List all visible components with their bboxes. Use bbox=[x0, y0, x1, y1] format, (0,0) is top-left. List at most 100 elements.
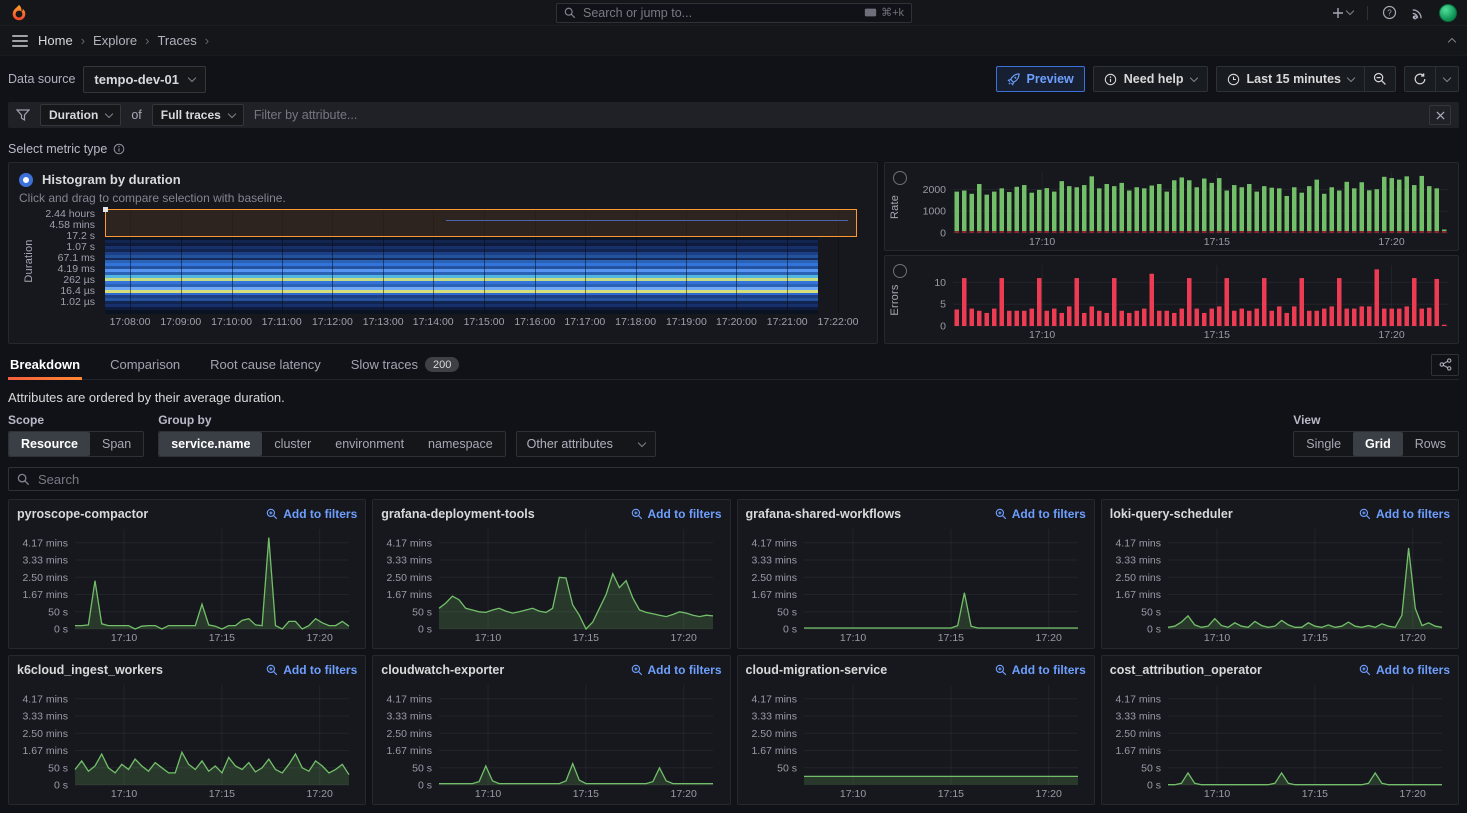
svg-text:17:15: 17:15 bbox=[209, 788, 235, 800]
need-help-button[interactable]: Need help bbox=[1093, 66, 1208, 92]
svg-text:4.17 mins: 4.17 mins bbox=[22, 537, 68, 549]
add-to-filters-button[interactable]: Add to filters bbox=[266, 507, 357, 521]
collapse-section-button[interactable] bbox=[1449, 33, 1455, 48]
histogram-panel[interactable]: Histogram by duration Click and drag to … bbox=[8, 162, 878, 344]
add-to-filters-button[interactable]: Add to filters bbox=[1359, 507, 1450, 521]
errors-panel[interactable]: Errors 17:1017:1517:201050 bbox=[884, 255, 1459, 344]
view-toggle: Single Grid Rows bbox=[1293, 431, 1459, 457]
duration-heatmap[interactable]: 17:08:0017:09:0017:10:0017:11:0017:12:00… bbox=[19, 207, 867, 329]
breadcrumb-traces[interactable]: Traces bbox=[157, 33, 196, 48]
preview-label: Preview bbox=[1027, 72, 1074, 86]
metric-type-label: Select metric type bbox=[8, 142, 107, 156]
view-rows-option[interactable]: Rows bbox=[1403, 432, 1458, 456]
data-source-value: tempo-dev-01 bbox=[94, 72, 179, 87]
scope-control: Scope Resource Span bbox=[8, 413, 144, 457]
duration-trend-chart[interactable]: 17:1017:1517:204.17 mins3.33 mins2.50 mi… bbox=[1110, 679, 1450, 800]
refresh-interval-button[interactable] bbox=[1436, 66, 1459, 92]
svg-text:0 s: 0 s bbox=[54, 780, 68, 792]
shortcut-badge: ⌘+k bbox=[864, 6, 904, 19]
svg-text:2.50 mins: 2.50 mins bbox=[22, 728, 68, 740]
clear-filter-button[interactable] bbox=[1429, 105, 1451, 125]
magnifier-plus-icon bbox=[1359, 664, 1371, 676]
group-by-service-name[interactable]: service.name bbox=[159, 432, 262, 456]
breadcrumb-separator: › bbox=[81, 33, 85, 48]
other-attributes-label: Other attributes bbox=[527, 437, 613, 451]
duration-trend-chart[interactable]: 17:1017:1517:204.17 mins3.33 mins2.50 mi… bbox=[17, 679, 357, 800]
svg-text:1.67 mins: 1.67 mins bbox=[22, 745, 68, 757]
rate-panel[interactable]: Rate 17:1017:1517:20200010000 bbox=[884, 162, 1459, 251]
svg-text:50 s: 50 s bbox=[777, 606, 797, 618]
other-attributes-select[interactable]: Other attributes bbox=[516, 431, 656, 457]
errors-radio[interactable] bbox=[893, 264, 907, 278]
filter-bar: Duration of Full traces Filter by attrib… bbox=[8, 102, 1459, 128]
breadcrumb-home[interactable]: Home bbox=[38, 33, 73, 48]
tab-root-cause-latency[interactable]: Root cause latency bbox=[208, 350, 323, 379]
menu-button[interactable] bbox=[12, 33, 28, 49]
svg-text:17:20: 17:20 bbox=[1378, 329, 1404, 341]
share-button[interactable] bbox=[1431, 354, 1459, 376]
breadcrumb-explore[interactable]: Explore bbox=[93, 33, 137, 48]
add-to-filters-button[interactable]: Add to filters bbox=[631, 663, 722, 677]
svg-text:4.17 mins: 4.17 mins bbox=[387, 693, 433, 705]
scope-resource-option[interactable]: Resource bbox=[9, 432, 90, 456]
grafana-app: Search or jump to... ⌘+k ? Home bbox=[0, 0, 1467, 813]
group-by-cluster[interactable]: cluster bbox=[262, 432, 323, 456]
zoom-out-time-button[interactable] bbox=[1365, 66, 1396, 92]
search-placeholder: Search bbox=[38, 472, 79, 487]
preview-button[interactable]: Preview bbox=[996, 66, 1085, 92]
trace-type-select[interactable]: Full traces bbox=[152, 104, 244, 126]
tab-breakdown[interactable]: Breakdown bbox=[8, 350, 82, 379]
duration-trend-chart[interactable]: 17:1017:1517:204.17 mins3.33 mins2.50 mi… bbox=[746, 679, 1086, 800]
question-circle-icon: ? bbox=[1382, 5, 1397, 20]
global-search-input[interactable]: Search or jump to... ⌘+k bbox=[556, 3, 912, 23]
svg-text:17:10: 17:10 bbox=[839, 788, 865, 800]
add-to-filters-button[interactable]: Add to filters bbox=[1359, 663, 1450, 677]
view-grid-option[interactable]: Grid bbox=[1353, 432, 1403, 456]
scope-span-option[interactable]: Span bbox=[90, 432, 143, 456]
group-by-environment[interactable]: environment bbox=[323, 432, 416, 456]
grafana-logo-icon[interactable] bbox=[10, 4, 28, 22]
add-to-filters-button[interactable]: Add to filters bbox=[631, 507, 722, 521]
svg-text:50 s: 50 s bbox=[1141, 606, 1161, 618]
histogram-radio[interactable] bbox=[19, 173, 33, 187]
svg-text:17:20: 17:20 bbox=[671, 788, 697, 800]
duration-trend-chart[interactable]: 17:1017:1517:204.17 mins3.33 mins2.50 mi… bbox=[1110, 523, 1450, 644]
svg-text:3.33 mins: 3.33 mins bbox=[751, 711, 797, 723]
help-button[interactable]: ? bbox=[1382, 5, 1397, 20]
filter-funnel-icon bbox=[16, 109, 30, 122]
svg-text:50 s: 50 s bbox=[777, 762, 797, 774]
time-range-button[interactable]: Last 15 minutes bbox=[1216, 66, 1365, 92]
top-nav: Search or jump to... ⌘+k ? bbox=[0, 0, 1467, 26]
add-to-filters-button[interactable]: Add to filters bbox=[995, 507, 1086, 521]
svg-text:3.33 mins: 3.33 mins bbox=[1115, 555, 1161, 567]
tab-comparison[interactable]: Comparison bbox=[108, 350, 182, 379]
user-avatar[interactable] bbox=[1439, 4, 1457, 22]
new-button[interactable] bbox=[1332, 7, 1353, 19]
news-button[interactable] bbox=[1411, 6, 1425, 20]
attribute-search-input[interactable]: Search bbox=[8, 467, 1459, 491]
rate-radio[interactable] bbox=[893, 171, 907, 185]
duration-trend-chart[interactable]: 17:1017:1517:204.17 mins3.33 mins2.50 mi… bbox=[381, 523, 721, 644]
view-control: View Single Grid Rows bbox=[1293, 413, 1459, 457]
chevron-down-icon bbox=[105, 109, 113, 117]
svg-text:4.17 mins: 4.17 mins bbox=[1115, 537, 1161, 549]
service-cards-grid: pyroscope-compactor Add to filters 17:10… bbox=[8, 499, 1459, 805]
duration-trend-chart[interactable]: 17:1017:1517:204.17 mins3.33 mins2.50 mi… bbox=[381, 679, 721, 800]
group-by-namespace[interactable]: namespace bbox=[416, 432, 505, 456]
svg-text:17:15: 17:15 bbox=[937, 632, 963, 644]
refresh-button[interactable] bbox=[1404, 66, 1436, 92]
rate-axis-label: Rate bbox=[889, 194, 901, 218]
duration-trend-chart[interactable]: 17:1017:1517:204.17 mins3.33 mins2.50 mi… bbox=[17, 523, 357, 644]
duration-trend-chart[interactable]: 17:1017:1517:204.17 mins3.33 mins2.50 mi… bbox=[746, 523, 1086, 644]
duration-filter-select[interactable]: Duration bbox=[40, 104, 121, 126]
svg-text:17:20: 17:20 bbox=[1035, 632, 1061, 644]
add-to-filters-button[interactable]: Add to filters bbox=[266, 663, 357, 677]
attribute-filter-input[interactable]: Filter by attribute... bbox=[254, 108, 1419, 122]
svg-text:1.67 mins: 1.67 mins bbox=[1115, 589, 1161, 601]
svg-text:0 s: 0 s bbox=[54, 624, 68, 636]
svg-text:17:10: 17:10 bbox=[475, 788, 501, 800]
add-to-filters-button[interactable]: Add to filters bbox=[995, 663, 1086, 677]
tab-slow-traces[interactable]: Slow traces200 bbox=[349, 350, 462, 379]
view-single-option[interactable]: Single bbox=[1294, 432, 1353, 456]
data-source-picker[interactable]: tempo-dev-01 bbox=[83, 66, 206, 93]
